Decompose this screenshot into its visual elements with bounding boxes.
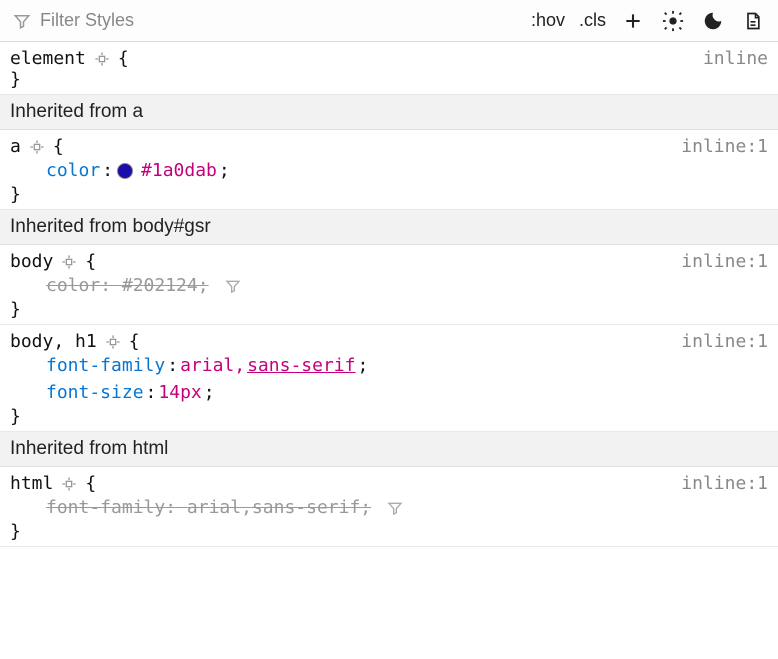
declaration-font-family-overridden[interactable]: font-family: arial,sans-serif; <box>10 494 768 521</box>
filter-styles-input[interactable] <box>40 10 240 31</box>
highlight-icon[interactable] <box>59 474 79 494</box>
property-name[interactable]: color <box>46 275 100 296</box>
rule-body-h1[interactable]: inline:1 body, h1 { font-family: arial,s… <box>0 325 778 432</box>
sun-icon <box>662 10 684 32</box>
selector-line[interactable]: html { <box>10 473 768 494</box>
selector-text: body, h1 <box>10 331 97 352</box>
selector-text: element <box>10 48 86 69</box>
open-brace: { <box>85 473 96 494</box>
rule-element[interactable]: inline element { } <box>0 42 778 95</box>
print-simulation-button[interactable] <box>740 8 766 34</box>
property-name[interactable]: font-family <box>46 352 165 379</box>
declaration-font-size[interactable]: font-size: 14px; <box>10 379 768 406</box>
rule-source[interactable]: inline:1 <box>681 473 768 494</box>
declaration-font-family[interactable]: font-family: arial,sans-serif; <box>10 352 768 379</box>
highlight-icon[interactable] <box>92 49 112 69</box>
open-brace: { <box>53 136 64 157</box>
close-brace: } <box>10 406 768 427</box>
property-value[interactable]: arial,sans-serif <box>187 497 360 518</box>
property-name[interactable]: font-size <box>46 379 144 406</box>
selector-line[interactable]: body { <box>10 251 768 272</box>
light-mode-button[interactable] <box>660 8 686 34</box>
inherited-from-html-header: Inherited from html <box>0 432 778 467</box>
property-value[interactable]: 14px <box>158 379 201 406</box>
rule-a[interactable]: inline:1 a { color: #1a0dab; } <box>0 130 778 210</box>
add-rule-button[interactable] <box>620 8 646 34</box>
property-value-a[interactable]: arial, <box>180 352 245 379</box>
rule-source[interactable]: inline:1 <box>681 331 768 352</box>
close-brace: } <box>10 184 768 205</box>
rule-html[interactable]: inline:1 html { font-family: arial,sans-… <box>0 467 778 547</box>
highlight-icon[interactable] <box>59 252 79 272</box>
property-value-b[interactable]: sans-serif <box>247 352 355 379</box>
close-brace: } <box>10 521 768 542</box>
plus-icon <box>623 11 643 31</box>
selector-line[interactable]: element { <box>10 48 768 69</box>
close-brace: } <box>10 69 768 90</box>
open-brace: { <box>118 48 129 69</box>
funnel-icon <box>12 11 32 31</box>
selector-text: body <box>10 251 53 272</box>
selector-line[interactable]: body, h1 { <box>10 331 768 352</box>
styles-toolbar: :hov .cls <box>0 0 778 42</box>
rule-source[interactable]: inline:1 <box>681 136 768 157</box>
moon-icon <box>702 10 724 32</box>
close-brace: } <box>10 299 768 320</box>
property-name[interactable]: font-family <box>46 497 165 518</box>
filter-wrap <box>12 10 517 31</box>
hov-toggle[interactable]: :hov <box>531 10 565 31</box>
funnel-icon[interactable] <box>223 276 243 296</box>
rule-body-color[interactable]: inline:1 body { color: #202124; } <box>0 245 778 325</box>
selector-text: a <box>10 136 21 157</box>
property-value[interactable]: #202124 <box>122 275 198 296</box>
property-name[interactable]: color <box>46 157 100 184</box>
open-brace: { <box>85 251 96 272</box>
rule-source[interactable]: inline <box>703 48 768 69</box>
inherited-from-a-header: Inherited from a <box>0 95 778 130</box>
dark-mode-button[interactable] <box>700 8 726 34</box>
rule-source[interactable]: inline:1 <box>681 251 768 272</box>
highlight-icon[interactable] <box>103 332 123 352</box>
highlight-icon[interactable] <box>27 137 47 157</box>
cls-toggle[interactable]: .cls <box>579 10 606 31</box>
declaration-color-overridden[interactable]: color: #202124; <box>10 272 768 299</box>
funnel-icon[interactable] <box>385 498 405 518</box>
property-value[interactable]: #1a0dab <box>141 157 217 184</box>
declaration-color[interactable]: color: #1a0dab; <box>10 157 768 184</box>
page-icon <box>743 10 763 32</box>
selector-line[interactable]: a { <box>10 136 768 157</box>
selector-text: html <box>10 473 53 494</box>
open-brace: { <box>129 331 140 352</box>
inherited-from-body-header: Inherited from body#gsr <box>0 210 778 245</box>
color-swatch[interactable] <box>117 163 133 179</box>
